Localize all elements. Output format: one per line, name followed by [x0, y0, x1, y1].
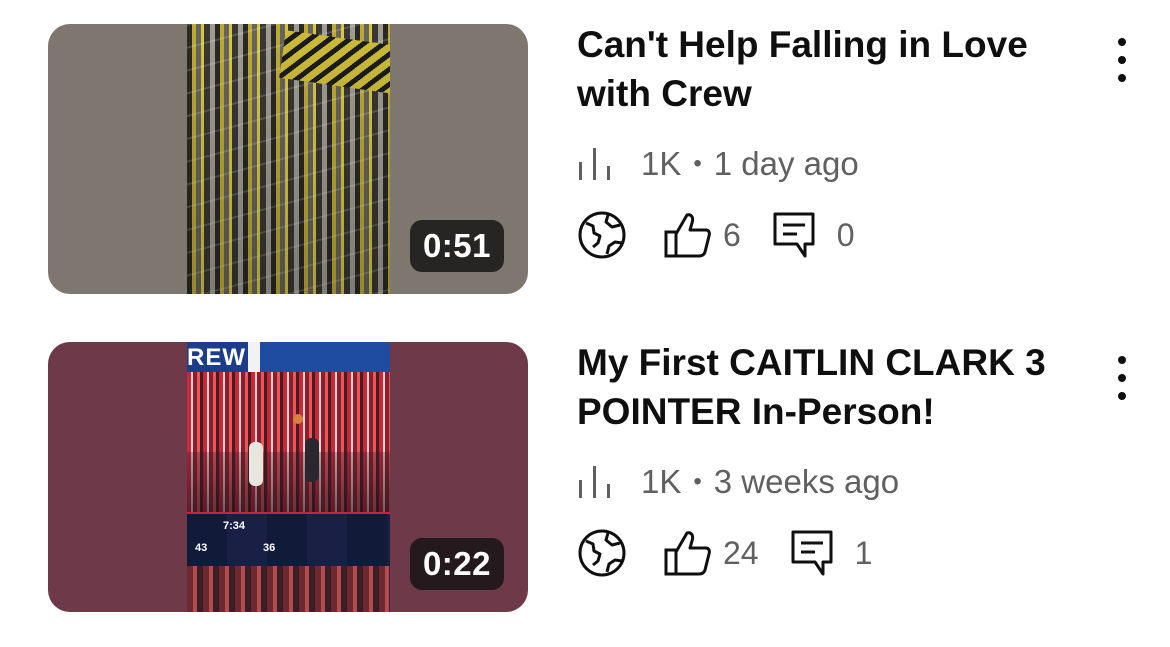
video-meta: 1K • 1 day ago: [577, 145, 859, 183]
jumbotron-text: REW: [187, 344, 246, 371]
comment-icon[interactable]: [789, 528, 835, 578]
upload-age: 1 day ago: [713, 145, 859, 182]
video-stats: 24 1: [577, 528, 872, 578]
more-options-button[interactable]: [1104, 348, 1140, 408]
thumbnail-shade: [187, 24, 390, 294]
video-meta: 1K • 3 weeks ago: [577, 463, 899, 501]
video-thumbnail[interactable]: REW 7:34 43 36 0:22: [48, 342, 528, 612]
video-title[interactable]: Can't Help Falling in Love with Crew: [577, 20, 1087, 118]
globe-icon[interactable]: [577, 528, 627, 578]
more-vertical-icon: [1118, 38, 1126, 82]
player: [305, 438, 319, 482]
like-count: 6: [723, 216, 741, 253]
thumbs-up-icon[interactable]: [663, 210, 713, 260]
more-vertical-icon: [1118, 356, 1126, 400]
meta-separator: •: [693, 150, 702, 177]
video-list-item[interactable]: REW 7:34 43 36 0:22 My First CAITLIN CLA…: [0, 338, 1170, 618]
thumbs-up-icon[interactable]: [663, 528, 713, 578]
duration-badge: 0:22: [409, 538, 504, 590]
scoreboard-time: 7:34: [223, 520, 246, 532]
lower-stands: [187, 566, 390, 612]
thumbnail-image: REW 7:34 43 36: [187, 342, 390, 612]
upload-age: 3 weeks ago: [713, 463, 900, 500]
comment-count: 1: [854, 534, 873, 571]
views-icon: [579, 466, 610, 498]
video-thumbnail[interactable]: 0:51: [48, 24, 528, 294]
video-info: My First CAITLIN CLARK 3 POINTER In-Pers…: [577, 338, 1097, 577]
video-info: Can't Help Falling in Love with Crew 1K …: [577, 20, 1097, 259]
like-count: 24: [723, 534, 759, 571]
more-options-button[interactable]: [1104, 30, 1140, 90]
views-icon: [579, 148, 610, 180]
view-count: 1K: [641, 463, 682, 500]
thumbnail-image: [187, 24, 390, 294]
scoreboard-home: 43: [195, 542, 208, 554]
player: [249, 442, 263, 486]
basketball: [293, 414, 303, 424]
scoreboard-away: 36: [263, 542, 276, 554]
view-count: 1K: [641, 145, 682, 182]
meta-separator: •: [693, 468, 702, 495]
jumbotron: REW: [187, 342, 390, 372]
comment-count: 0: [836, 216, 855, 253]
video-title[interactable]: My First CAITLIN CLARK 3 POINTER In-Pers…: [577, 338, 1087, 436]
video-list-item[interactable]: 0:51 Can't Help Falling in Love with Cre…: [0, 20, 1170, 300]
globe-icon[interactable]: [577, 210, 627, 260]
court: [187, 452, 390, 512]
scoreboard: 7:34 43 36: [187, 512, 390, 568]
video-stats: 6 0: [577, 210, 855, 260]
duration-badge: 0:51: [409, 220, 504, 272]
comment-icon[interactable]: [771, 210, 817, 260]
